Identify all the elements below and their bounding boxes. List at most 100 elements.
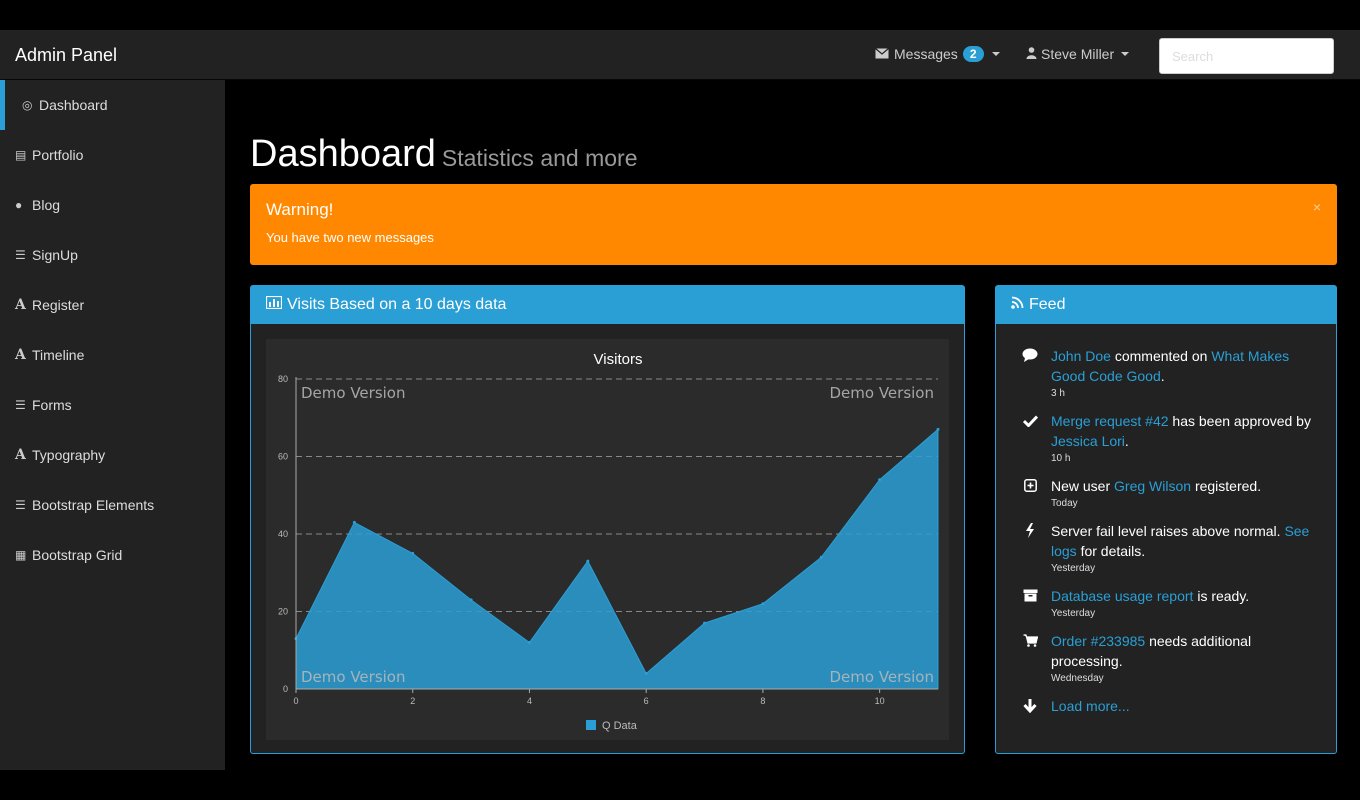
feed-text-part: registered. — [1191, 478, 1262, 494]
user-dropdown[interactable]: Steve Miller — [1026, 46, 1130, 62]
messages-badge: 2 — [962, 46, 984, 62]
sidebar-item-timeline[interactable]: A Timeline — [0, 330, 225, 380]
x-tick-label: 0 — [293, 696, 298, 706]
bolt-icon — [1022, 523, 1038, 544]
feed-text-part: is ready. — [1193, 588, 1250, 604]
plus-square-icon — [1022, 478, 1038, 498]
demo-watermark: Demo Version — [830, 668, 935, 686]
feed-link[interactable]: Greg Wilson — [1114, 478, 1191, 494]
feed-item: Order #233985 needs additional processin… — [996, 631, 1338, 687]
sidebar-item-dashboard[interactable]: ◎ Dashboard — [0, 80, 225, 130]
feed-item: Server fail level raises above normal. S… — [996, 521, 1338, 577]
sidebar-item-blog[interactable]: ● Blog — [0, 180, 225, 230]
table-icon: ▦ — [15, 548, 27, 562]
feed-panel-heading: Feed — [996, 286, 1336, 324]
feed-text-part: New user — [1051, 478, 1115, 494]
feed-time: Yesterday — [1051, 563, 1096, 574]
sidebar-item-bootstrap-grid[interactable]: ▦ Bootstrap Grid — [0, 530, 225, 580]
sidebar-item-forms[interactable]: ☰ Forms — [0, 380, 225, 430]
user-name: Steve Miller — [1041, 46, 1115, 62]
list-icon: ☰ — [15, 248, 26, 262]
data-point — [411, 551, 415, 555]
series-area — [295, 428, 939, 690]
data-point — [878, 478, 882, 482]
font-icon: A — [15, 347, 26, 363]
x-tick-label: 10 — [875, 696, 885, 706]
data-point — [469, 598, 473, 602]
feed-text-part: . — [1160, 368, 1165, 384]
demo-watermark: Demo Version — [301, 384, 406, 402]
search-input[interactable] — [1159, 38, 1334, 74]
feed-time: 10 h — [1051, 453, 1071, 464]
archive-icon — [1022, 588, 1038, 608]
demo-watermark: Demo Version — [301, 668, 406, 686]
feed-text: Order #233985 needs additional processin… — [1051, 631, 1323, 671]
list-icon: ☰ — [15, 498, 26, 512]
load-more-item[interactable]: Load more... — [996, 696, 1338, 716]
y-tick-label: 60 — [278, 452, 288, 462]
legend-label: Q Data — [602, 720, 638, 732]
user-icon — [1026, 46, 1037, 62]
messages-label: Messages — [894, 46, 958, 62]
sidebar-item-label: Bootstrap Grid — [32, 547, 123, 563]
navbar: Admin Panel Messages 2 Steve Miller — [0, 30, 1360, 80]
sidebar-item-label: Typography — [32, 447, 106, 463]
feed-item: Merge request #42 has been approved by J… — [996, 411, 1338, 467]
sidebar-item-signup[interactable]: ☰ SignUp — [0, 230, 225, 280]
chevron-down-icon — [991, 52, 1000, 56]
y-tick-label: 0 — [283, 684, 288, 694]
page-title: Dashboard Statistics and more — [250, 133, 638, 176]
messages-dropdown[interactable]: Messages 2 — [875, 46, 1000, 62]
feed-text: John Doe commented on What Makes Good Co… — [1051, 346, 1323, 386]
y-tick-label: 20 — [278, 607, 288, 617]
alert-title: Warning! — [266, 200, 334, 219]
feed-item: New user Greg Wilson registered. Today — [996, 476, 1338, 512]
feed-link[interactable]: John Doe — [1051, 348, 1111, 364]
feed-link[interactable]: Jessica Lori — [1051, 433, 1125, 449]
warning-alert: Warning! You have two new messages × — [250, 184, 1337, 265]
data-point — [819, 555, 823, 559]
feed-link[interactable]: Merge request #42 — [1051, 413, 1169, 429]
check-icon — [1022, 413, 1038, 433]
feed-list: John Doe commented on What Makes Good Co… — [996, 346, 1338, 725]
x-tick-label: 8 — [760, 696, 765, 706]
feed-text: New user Greg Wilson registered. — [1051, 476, 1323, 496]
feed-text-part: . — [1124, 433, 1129, 449]
x-tick-label: 2 — [410, 696, 415, 706]
data-point — [586, 559, 590, 563]
rss-icon — [1011, 296, 1024, 314]
sidebar-item-typography[interactable]: A Typography — [0, 430, 225, 480]
feed-title: Feed — [1029, 296, 1066, 313]
feed-link[interactable]: Order #233985 — [1051, 633, 1145, 649]
sidebar-item-bootstrap-elements[interactable]: ☰ Bootstrap Elements — [0, 480, 225, 530]
sidebar-item-label: SignUp — [32, 247, 78, 263]
page-subtitle: Statistics and more — [441, 145, 638, 171]
feed-time: Today — [1051, 498, 1078, 509]
list-icon: ☰ — [15, 398, 26, 412]
sidebar-item-register[interactable]: A Register — [0, 280, 225, 330]
chart-title: Visitors — [594, 351, 643, 368]
sidebar-item-label: Register — [32, 297, 85, 313]
load-more-link[interactable]: Load more... — [1051, 698, 1130, 714]
close-button[interactable]: × — [1313, 199, 1321, 215]
visits-panel-title: Visits Based on a 10 days data — [287, 296, 507, 313]
feed-link[interactable]: Database usage report — [1051, 588, 1193, 604]
feed-text-part: has been approved by — [1168, 413, 1311, 429]
y-tick-label: 80 — [278, 374, 288, 384]
feed-text-part: for details. — [1076, 543, 1146, 559]
data-point — [352, 520, 356, 524]
page-title-text: Dashboard — [250, 133, 436, 175]
brand[interactable]: Admin Panel — [15, 45, 117, 66]
cart-icon — [1022, 633, 1038, 653]
legend-swatch — [586, 720, 596, 730]
data-point — [644, 672, 648, 675]
envelope-icon — [875, 46, 889, 62]
data-point — [761, 602, 765, 606]
sidebar-item-portfolio[interactable]: ▤ Portfolio — [0, 130, 225, 180]
sidebar-item-label: Portfolio — [32, 147, 84, 163]
feed-time: Yesterday — [1051, 608, 1096, 619]
x-tick-label: 6 — [644, 696, 649, 706]
sidebar-item-label: Bootstrap Elements — [32, 497, 155, 513]
portfolio-icon: ▤ — [15, 148, 27, 162]
feed-item: John Doe commented on What Makes Good Co… — [996, 346, 1338, 402]
